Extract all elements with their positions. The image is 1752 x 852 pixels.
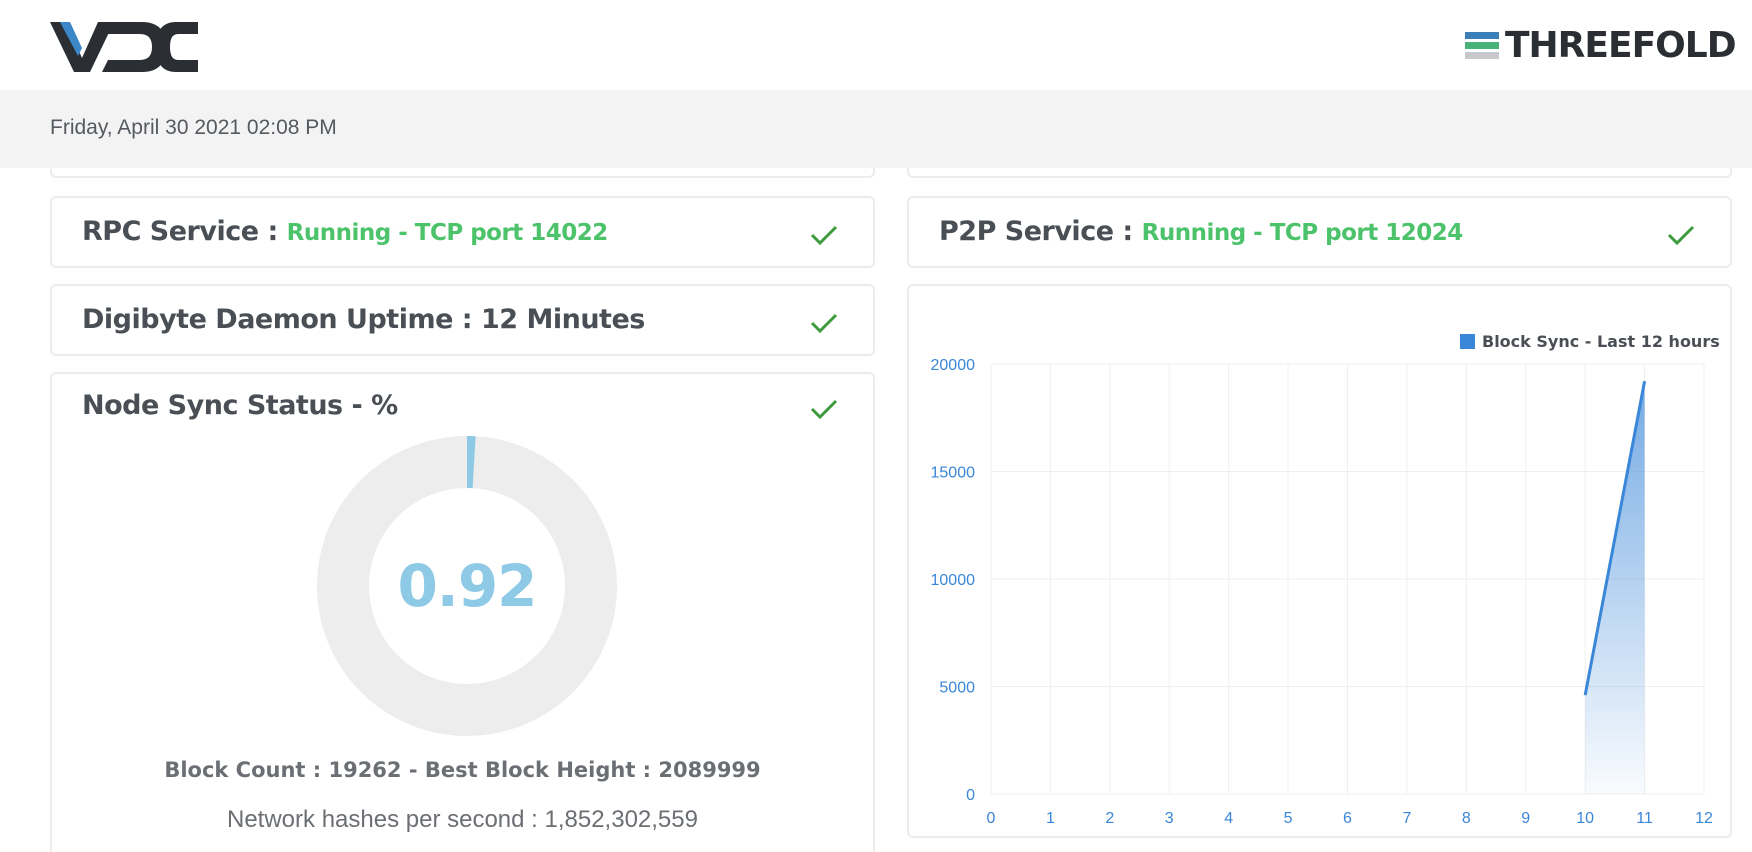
x-tick-label: 2 xyxy=(1105,810,1114,827)
y-tick-label: 0 xyxy=(966,787,975,804)
legend-swatch xyxy=(1460,334,1475,349)
network-hashrate-text: Network hashes per second : 1,852,302,55… xyxy=(227,806,698,833)
legend-label: Block Sync - Last 12 hours xyxy=(1482,332,1720,351)
check-icon xyxy=(810,313,838,334)
block-count-text: Block Count : 19262 - Best Block Height … xyxy=(164,758,761,782)
y-tick-label: 10000 xyxy=(931,572,976,589)
x-tick-label: 10 xyxy=(1576,810,1594,827)
p2p-service-card: P2P Service : Running - TCP port 12024 xyxy=(907,196,1732,268)
node-sync-title: Node Sync Status - % xyxy=(82,390,398,421)
sync-donut: 0.92 xyxy=(315,434,619,738)
current-datetime: Friday, April 30 2021 02:08 PM xyxy=(50,116,337,139)
block-sync-chart-card: 0 1 2 3 4 5 6 7 8 9 10 11 12 0 5000 10000 15000 20000 Blo… xyxy=(907,284,1732,838)
x-tick-label: 0 xyxy=(987,810,996,827)
rpc-service-card: RPC Service : Running - TCP port 14022 xyxy=(50,196,875,268)
daemon-uptime-title: Digibyte Daemon Uptime : 12 Minutes xyxy=(82,304,645,335)
x-tick-label: 3 xyxy=(1165,810,1174,827)
threefold-wordmark: THREEFOLD xyxy=(1505,25,1737,66)
card-partial-right xyxy=(907,168,1732,178)
check-icon xyxy=(1667,225,1695,246)
sync-percent-value: 0.92 xyxy=(397,552,537,620)
rpc-service-title: RPC Service : Running - TCP port 14022 xyxy=(82,216,608,247)
check-icon xyxy=(810,225,838,246)
dashboard-content: RPC Service : Running - TCP port 14022 P… xyxy=(0,168,1752,852)
x-tick-label: 1 xyxy=(1046,810,1055,827)
rpc-service-label: RPC Service : xyxy=(82,216,287,247)
threefold-mark-icon xyxy=(1465,32,1499,59)
check-icon xyxy=(810,399,838,420)
x-tick-label: 6 xyxy=(1343,810,1352,827)
x-tick-label: 8 xyxy=(1462,810,1471,827)
x-tick-label: 5 xyxy=(1284,810,1293,827)
x-tick-label: 9 xyxy=(1521,810,1530,827)
header: THREEFOLD xyxy=(0,0,1752,90)
threefold-logo: THREEFOLD xyxy=(1465,25,1737,66)
y-tick-label: 5000 xyxy=(939,680,975,697)
x-tick-label: 12 xyxy=(1695,810,1713,827)
block-sync-chart: 0 1 2 3 4 5 6 7 8 9 10 11 1205000100001500020000 Blo… xyxy=(931,332,1720,827)
y-tick-label: 15000 xyxy=(931,465,976,482)
x-tick-label: 11 xyxy=(1636,810,1653,827)
node-sync-card: Node Sync Status - % 0.92 Block Count : … xyxy=(50,372,875,852)
series-area xyxy=(1585,381,1645,794)
p2p-service-status: Running - TCP port 12024 xyxy=(1141,220,1464,246)
x-tick-label: 4 xyxy=(1224,810,1233,827)
vdc-logo xyxy=(50,22,198,72)
daemon-uptime-card: Digibyte Daemon Uptime : 12 Minutes xyxy=(50,284,875,356)
card-partial-left xyxy=(50,168,875,178)
rpc-service-status: Running - TCP port 14022 xyxy=(286,220,609,246)
date-bar: Friday, April 30 2021 02:08 PM xyxy=(0,90,1752,168)
y-tick-label: 20000 xyxy=(931,357,976,374)
x-tick-label: 7 xyxy=(1402,810,1411,827)
p2p-service-title: P2P Service : Running - TCP port 12024 xyxy=(939,216,1463,247)
p2p-service-label: P2P Service : xyxy=(939,216,1142,247)
